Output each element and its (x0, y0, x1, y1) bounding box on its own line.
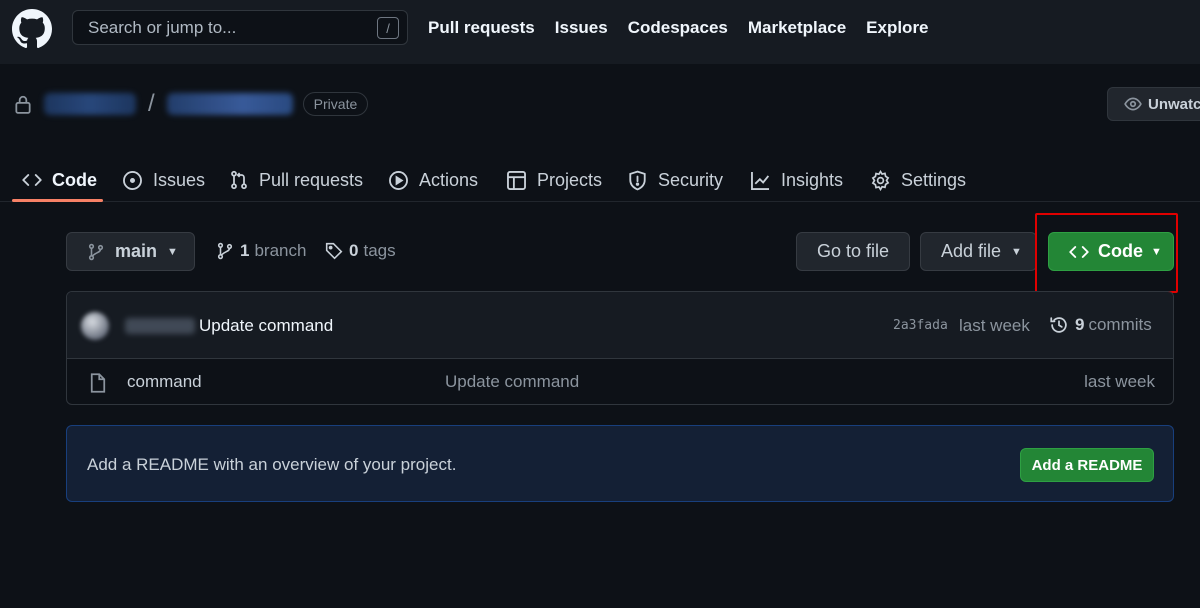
eye-icon (1124, 97, 1142, 111)
search-placeholder: Search or jump to... (88, 17, 237, 37)
nav-pull-requests[interactable]: Pull requests (428, 18, 535, 38)
chevron-down-icon: ▼ (167, 245, 178, 258)
tag-count-label: tags (363, 241, 396, 260)
tags-link[interactable]: 0 tags (325, 241, 396, 261)
readme-banner: Add a README with an overview of your pr… (66, 425, 1174, 502)
add-readme-button[interactable]: Add a README (1020, 448, 1154, 482)
file-commit-time: last week (1084, 372, 1155, 391)
commit-message-link[interactable]: Update command (199, 316, 333, 336)
tab-issues[interactable]: Issues (122, 160, 205, 200)
gear-icon (871, 169, 890, 191)
search-shortcut-key: / (377, 17, 399, 39)
code-icon (22, 174, 42, 186)
unwatch-label: Unwatch (1148, 95, 1200, 113)
play-icon (389, 170, 408, 190)
tab-label: Actions (419, 169, 479, 190)
shield-icon (629, 170, 646, 190)
tab-label: Projects (537, 169, 603, 190)
latest-commit-row: Update command 2a3fada last week 9 commi… (67, 292, 1173, 359)
commit-count-label: commits (1088, 315, 1152, 334)
tab-settings[interactable]: Settings (870, 160, 966, 200)
branch-select-button[interactable]: main ▼ (66, 232, 195, 271)
table-row: command Update command last week (67, 359, 1173, 404)
nav-marketplace[interactable]: Marketplace (748, 18, 846, 38)
avatar[interactable] (81, 312, 109, 340)
readme-banner-text: Add a README with an overview of your pr… (87, 455, 457, 474)
history-icon (1050, 317, 1067, 333)
visibility-badge: Private (302, 92, 369, 116)
table-icon (507, 170, 526, 190)
repo-nav: Code Issues Pull requests Actions Projec… (0, 150, 1200, 202)
global-nav: Pull requests Issues Codespaces Marketpl… (428, 18, 929, 38)
repo-owner-link[interactable] (44, 93, 136, 115)
commits-history-link[interactable]: 9 commits (1049, 315, 1152, 335)
repo-name-link[interactable] (166, 93, 293, 115)
tab-label: Insights (781, 169, 844, 190)
file-commit-message-link[interactable]: Update command (445, 372, 579, 392)
add-file-label: Add file (941, 241, 1002, 261)
tab-code[interactable]: Code (22, 160, 97, 200)
nav-issues[interactable]: Issues (555, 18, 608, 38)
chevron-down-icon: ▼ (1151, 245, 1162, 258)
tag-icon (325, 242, 343, 260)
tab-security[interactable]: Security (627, 160, 723, 200)
branches-link[interactable]: 1 branch (216, 241, 306, 261)
tab-insights[interactable]: Insights (750, 160, 843, 200)
code-icon (1069, 245, 1089, 258)
tab-label: Issues (153, 169, 206, 190)
add-file-button[interactable]: Add file ▼ (920, 232, 1037, 271)
tab-label: Code (52, 169, 97, 190)
graph-icon (751, 171, 770, 190)
tab-pull-requests[interactable]: Pull requests (229, 160, 363, 200)
github-logo-icon[interactable] (12, 9, 52, 49)
global-header: Search or jump to... / Pull requests Iss… (0, 0, 1200, 64)
commit-sha-link[interactable]: 2a3fada (893, 318, 948, 333)
search-input[interactable]: Search or jump to... / (72, 10, 408, 45)
code-button-label: Code (1098, 241, 1143, 261)
repo-path-separator: / (148, 90, 155, 117)
code-button[interactable]: Code ▼ (1048, 232, 1174, 271)
tab-label: Settings (901, 169, 967, 190)
nav-explore[interactable]: Explore (866, 18, 928, 38)
repo-title: / Private (14, 88, 369, 120)
git-branch-icon (88, 243, 104, 260)
commit-count: 9 (1075, 315, 1085, 334)
file-name-link[interactable]: command (127, 372, 202, 392)
branch-count: 1 (240, 241, 250, 260)
issue-opened-icon (123, 170, 142, 190)
tab-label: Security (658, 169, 724, 190)
lock-icon (15, 95, 31, 114)
git-branch-icon (217, 242, 233, 260)
chevron-down-icon: ▼ (1011, 245, 1022, 258)
branch-name: main (115, 241, 158, 261)
tag-count: 0 (349, 241, 359, 260)
nav-codespaces[interactable]: Codespaces (628, 18, 728, 38)
commit-time: last week (959, 316, 1030, 335)
unwatch-button[interactable]: Unwatch (1107, 87, 1200, 121)
tab-actions[interactable]: Actions (388, 160, 478, 200)
tab-projects[interactable]: Projects (506, 160, 602, 200)
file-icon (90, 373, 106, 393)
tab-label: Pull requests (259, 169, 364, 190)
file-browser: Update command 2a3fada last week 9 commi… (66, 291, 1174, 405)
active-tab-indicator (12, 199, 103, 202)
go-to-file-button[interactable]: Go to file (796, 232, 910, 271)
branch-count-label: branch (254, 241, 307, 260)
git-pull-request-icon (231, 170, 247, 190)
commit-author[interactable] (125, 318, 195, 334)
